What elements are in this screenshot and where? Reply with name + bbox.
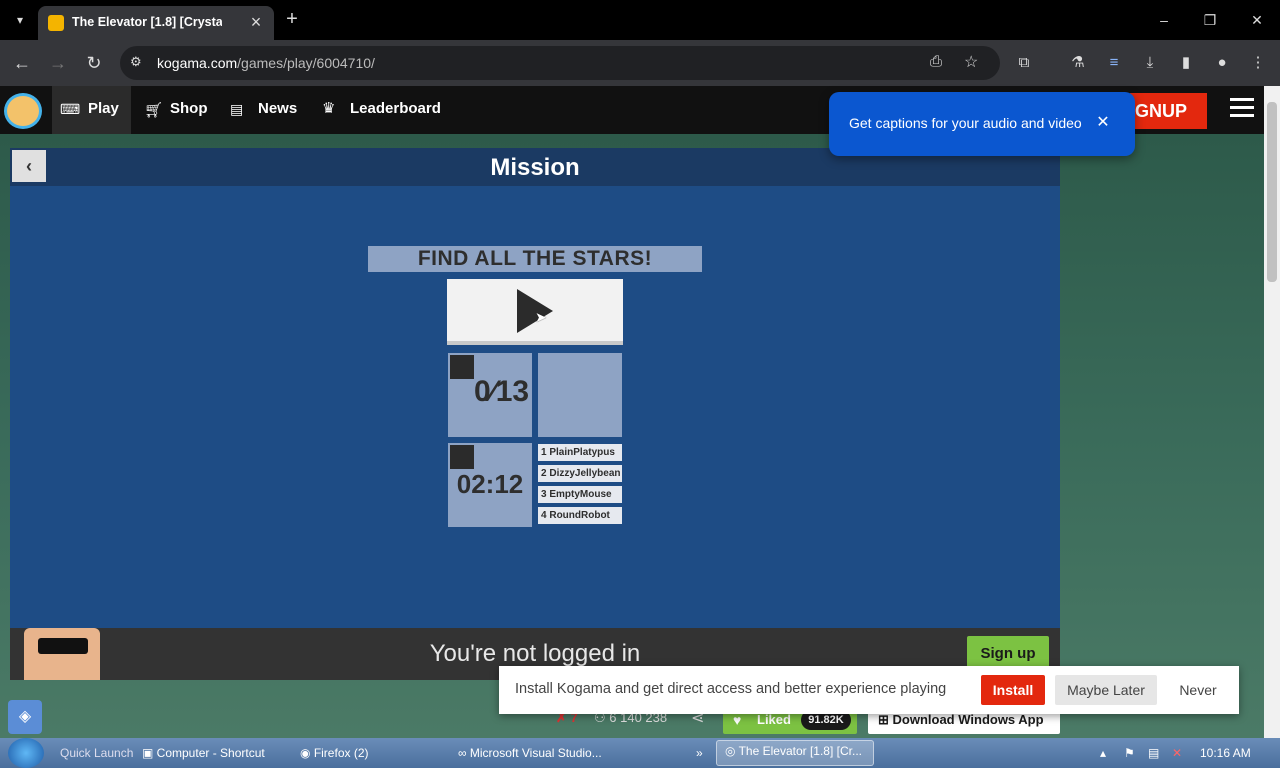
nav-shop[interactable]: Shop xyxy=(170,100,208,117)
tab-favicon-icon xyxy=(48,15,64,31)
install-app-icon[interactable]: ⎙ xyxy=(930,53,942,70)
taskbar-overflow-chevron-icon[interactable]: » xyxy=(696,742,703,764)
maybe-later-button[interactable]: Maybe Later xyxy=(1055,675,1157,705)
kogama-logo-icon[interactable] xyxy=(4,93,42,129)
hamburger-menu-icon[interactable] xyxy=(1230,98,1256,122)
browser-tab-active[interactable]: The Elevator [1.8] [Crystals × xyxy=(38,6,274,40)
scrollbar-thumb[interactable] xyxy=(1267,102,1277,282)
browser-toolbar: ← → ↻ ⚙ kogama.com/games/play/6004710/ ⎙… xyxy=(0,40,1280,86)
forward-arrow-icon[interactable]: → xyxy=(46,51,70,75)
download-icon[interactable]: ⤓ xyxy=(1138,51,1162,75)
tray-flag-icon[interactable]: ⚑ xyxy=(1124,742,1135,764)
never-button[interactable]: Never xyxy=(1169,675,1227,705)
crown-icon: ♛ xyxy=(322,100,336,117)
tab-close-icon[interactable]: × xyxy=(246,12,266,32)
install-prompt: Install Kogama and get direct access and… xyxy=(499,666,1239,714)
url-text: kogama.com/games/play/6004710/ xyxy=(157,55,375,71)
mission-banner: FIND ALL THE STARS! xyxy=(368,246,702,272)
tab-search-chevron-icon[interactable]: ▾ xyxy=(8,8,32,32)
browser-menu-icon[interactable]: ⋮ xyxy=(1246,51,1270,75)
taskbar-clock[interactable]: 10:16 AM xyxy=(1200,746,1251,760)
page-background: Mission ‹ FIND ALL THE STARS! ➤ 0⁄13 02:… xyxy=(0,134,1264,738)
taskbar-item-firefox[interactable]: ◉ Firefox (2) xyxy=(300,742,369,764)
bookmark-star-icon[interactable]: ☆ xyxy=(964,52,978,72)
taskbar-item-elevator[interactable]: ◎ The Elevator [1.8] [Cr... xyxy=(716,740,874,766)
install-button[interactable]: Install xyxy=(981,675,1045,705)
leaderboard-row: 2 DizzyJellybean xyxy=(538,465,622,482)
leaderboard-row: 4 RoundRobot xyxy=(538,507,622,524)
profile-icon[interactable]: ● xyxy=(1210,51,1234,75)
minimize-icon[interactable]: – xyxy=(1152,8,1176,32)
captions-close-icon[interactable]: ✕ xyxy=(1093,112,1113,134)
clock-placeholder-icon xyxy=(450,445,474,469)
start-button[interactable] xyxy=(8,738,44,768)
nav-play-label: Play xyxy=(88,100,119,117)
timer: 02:12 xyxy=(456,469,524,499)
not-logged-in-text: You're not logged in xyxy=(429,640,641,667)
liked-label: Liked xyxy=(757,712,791,727)
labs-flask-icon[interactable]: ⚗ xyxy=(1066,51,1090,75)
windows-taskbar: Quick Launch ▣ Computer - Shortcut ◉ Fir… xyxy=(0,738,1280,768)
side-panel-icon[interactable]: ▮ xyxy=(1174,51,1198,75)
quick-launch-label: Quick Launch xyxy=(60,746,134,760)
taskbar-item-computer[interactable]: ▣ Computer - Shortcut xyxy=(142,742,265,764)
mini-leaderboard: 1 PlainPlatypus 2 DizzyJellybean 3 Empty… xyxy=(538,444,622,524)
tray-volume-muted-icon[interactable]: ✕ xyxy=(1172,742,1182,764)
captions-popup-text: Get captions for your audio and video xyxy=(849,115,1082,131)
media-queue-icon[interactable]: ≡ xyxy=(1102,51,1126,75)
tray-network-icon[interactable]: ▤ xyxy=(1148,742,1159,764)
mouse-cursor-icon: ➤ xyxy=(535,309,547,325)
address-bar[interactable]: ⚙ kogama.com/games/play/6004710/ ⎙ ☆ xyxy=(120,46,1000,80)
nav-news[interactable]: News xyxy=(258,100,297,117)
window-close-icon[interactable]: ✕ xyxy=(1245,8,1269,32)
stars-counter-tile: 0⁄13 xyxy=(448,353,532,437)
back-button[interactable]: ‹ xyxy=(12,150,46,182)
reload-icon[interactable]: ↻ xyxy=(82,51,106,75)
captions-popup: Get captions for your audio and video ✕ xyxy=(829,92,1135,156)
new-tab-icon[interactable]: + xyxy=(282,9,302,29)
game-viewport[interactable]: Mission ‹ FIND ALL THE STARS! ➤ 0⁄13 02:… xyxy=(10,148,1060,628)
timer-tile: 02:12 xyxy=(448,443,532,527)
back-arrow-icon[interactable]: ← xyxy=(10,51,34,75)
tray-expand-icon[interactable]: ▴ xyxy=(1100,742,1106,764)
tab-title: The Elevator [1.8] [Crystals xyxy=(72,15,222,29)
mission-title: Mission xyxy=(490,154,580,181)
star-placeholder-icon xyxy=(450,355,474,379)
install-prompt-text: Install Kogama and get direct access and… xyxy=(515,681,947,697)
stars-counter: 0⁄13 xyxy=(474,375,530,408)
site-info-icon[interactable]: ⚙ xyxy=(130,54,142,70)
empty-tile xyxy=(538,353,622,437)
extensions-icon[interactable]: ⧉ xyxy=(1012,51,1036,75)
header-signup-button[interactable]: SIGNUP xyxy=(1130,93,1207,129)
leaderboard-row: 3 EmptyMouse xyxy=(538,486,622,503)
leaderboard-row: 1 PlainPlatypus xyxy=(538,444,622,461)
gamepad-icon: ⌨ xyxy=(60,101,81,117)
nav-leaderboard[interactable]: Leaderboard xyxy=(350,100,441,117)
page-scrollbar[interactable] xyxy=(1264,86,1280,738)
nav-play[interactable]: ⌨ Play xyxy=(52,86,131,134)
restore-icon[interactable]: ❐ xyxy=(1198,8,1222,32)
newspaper-icon: ▤ xyxy=(230,101,244,117)
widget-icon[interactable]: ◈ xyxy=(8,700,42,734)
cart-icon: 🛒︎ xyxy=(144,102,164,119)
tab-strip: ▾ The Elevator [1.8] [Crystals × + – ❐ ✕ xyxy=(0,0,1280,40)
heart-icon: ♥ xyxy=(733,712,742,728)
taskbar-item-visual-studio[interactable]: ∞ Microsoft Visual Studio... xyxy=(458,742,602,764)
play-button[interactable]: ➤ xyxy=(447,279,623,345)
